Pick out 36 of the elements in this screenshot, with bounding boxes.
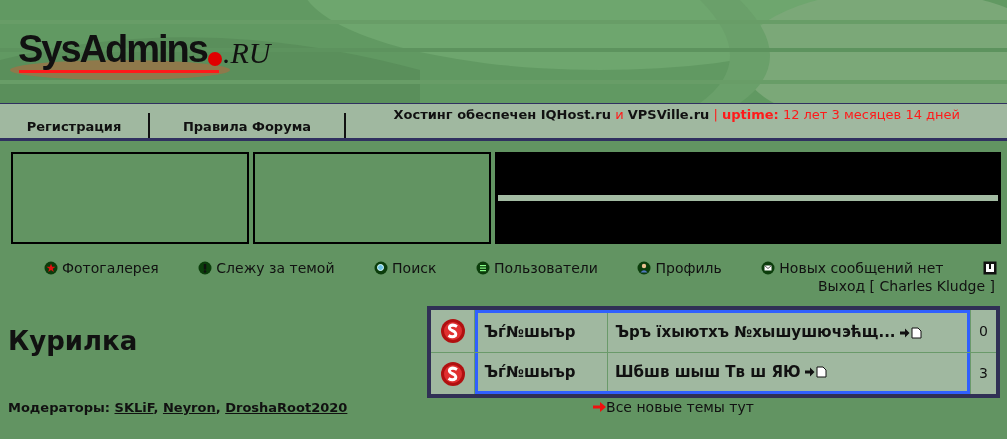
forum-title: Курилка — [8, 326, 139, 356]
topic-title-link[interactable]: Ъръ їхыютхъ №хышушючэћщ... — [615, 321, 896, 344]
logo-suffix: .RU — [222, 38, 271, 68]
arrow-icon — [593, 402, 607, 412]
moderator-link[interactable]: DroshaRoot2020 — [225, 400, 348, 415]
moderator-link[interactable]: Neyron — [162, 400, 216, 415]
topic-author[interactable]: Ъѓ№шыър — [478, 353, 608, 391]
logo-text: SysAdmins — [18, 30, 207, 68]
nav-link[interactable]: Поиск — [374, 259, 437, 277]
forum-tab[interactable]: Регистрация — [0, 104, 148, 138]
topic-author[interactable]: Ъѓ№шыър — [478, 313, 608, 352]
star-icon — [44, 261, 58, 275]
nav-link[interactable]: Слежу за темой — [198, 259, 335, 277]
topic-status-icon — [439, 318, 466, 344]
person-icon — [637, 261, 652, 275]
nav-link[interactable]: Новых сообщений нет — [761, 259, 944, 277]
nav-link[interactable]: Фотогалерея — [44, 259, 159, 277]
new-topics-link[interactable]: Все новые темы тут — [387, 398, 960, 416]
hosting-info: Хостинг обеспечен IQHost.ru и VPSVille.ru | uptime: 12 лет 3 месяцев 14 дней — [392, 106, 961, 124]
moderators-line: Модераторы: SKLiF, Neyron, DroshaRoot2020 — [8, 399, 349, 417]
exclamation-icon — [198, 261, 213, 275]
search-icon — [374, 261, 389, 275]
go-to-last-post-icon[interactable] — [899, 326, 922, 339]
nav-link[interactable]: Профиль — [637, 259, 722, 277]
nav-link[interactable]: Выход [ Charles Kludge ] — [817, 277, 995, 295]
nav-link[interactable]: Пользователи — [475, 259, 598, 277]
reply-count: 0 — [970, 310, 996, 352]
exit-icon[interactable] — [983, 261, 997, 275]
topic-title-link[interactable]: Шбшв шыш Тв ш ЯЮ — [615, 360, 801, 384]
reply-count: 3 — [970, 353, 996, 394]
list-icon — [475, 261, 490, 275]
forum-tab[interactable]: Правила Форума — [150, 104, 344, 138]
envelope-icon — [761, 261, 776, 275]
go-to-last-post-icon[interactable] — [804, 366, 827, 378]
topic-status-icon — [439, 360, 466, 387]
moderator-link[interactable]: SKLiF — [114, 400, 154, 415]
